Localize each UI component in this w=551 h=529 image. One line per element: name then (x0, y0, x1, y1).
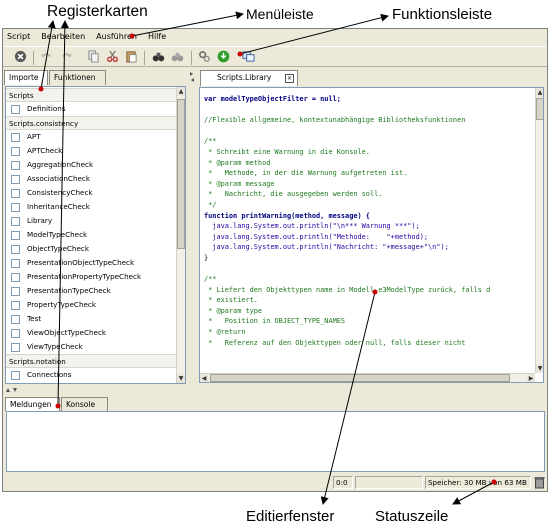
arrow-tabs-meldungen (57, 20, 69, 407)
annotation-dot (38, 86, 44, 92)
annotation-dot (372, 289, 378, 295)
annotation-dot (129, 33, 135, 39)
arrow-status (452, 481, 495, 505)
arrow-tabs-importe (40, 20, 56, 90)
arrow-editor (320, 291, 376, 505)
annotation-arrows (38, 11, 497, 505)
annotation-dot (237, 51, 243, 57)
annotation-dot (55, 403, 61, 409)
arrow-toolbar (239, 13, 389, 55)
arrow-menu (131, 11, 244, 37)
annotation-dot (491, 479, 497, 485)
